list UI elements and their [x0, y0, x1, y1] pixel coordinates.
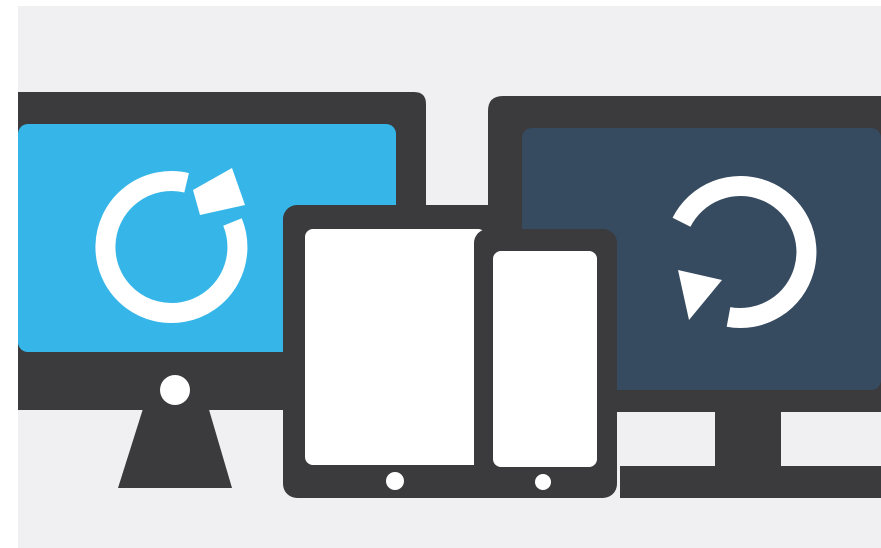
smartphone — [474, 229, 617, 498]
tablet-screen — [305, 229, 486, 465]
device-sync-illustration — [18, 6, 881, 548]
phone-home-button — [535, 474, 551, 490]
phone-screen — [493, 251, 597, 467]
right-monitor-stand-base — [620, 466, 881, 498]
left-monitor-power-button — [160, 375, 190, 405]
tablet-home-button — [386, 472, 404, 490]
